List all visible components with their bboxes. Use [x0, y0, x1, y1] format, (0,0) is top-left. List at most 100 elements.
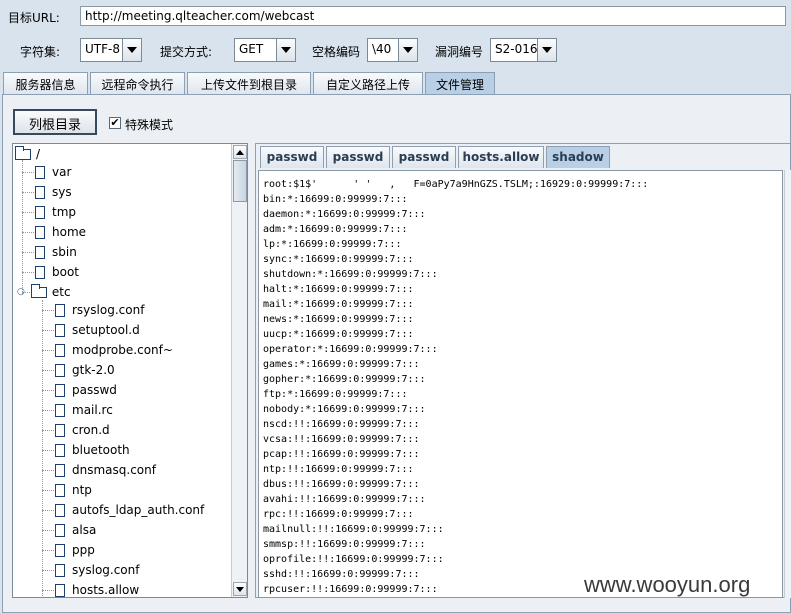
file-icon [35, 185, 45, 199]
target-url-label: 目标URL: [8, 11, 60, 25]
tree-node-etc-item[interactable]: hosts.allow [55, 580, 140, 597]
tree-node-etc-item[interactable]: bluetooth [55, 440, 130, 460]
file-content-area[interactable]: root:$1$' ' ' , F=0aPy7a9HnGZS.TSLM;:169… [258, 170, 783, 598]
chevron-down-icon [542, 47, 552, 53]
file-tab-passwd-3[interactable]: passwd [392, 146, 456, 168]
tree-connector [42, 390, 54, 391]
file-icon [55, 403, 65, 417]
method-select[interactable]: GET [234, 38, 296, 62]
vuln-id-value: S2-016 [495, 42, 537, 56]
special-mode-checkbox[interactable]: ✔ [109, 117, 121, 129]
tree-node-label: mail.rc [72, 403, 113, 417]
file-tab-passwd-2[interactable]: passwd [326, 146, 390, 168]
space-encoding-select[interactable]: \40 [367, 38, 418, 62]
tree-node-etc-item[interactable]: setuptool.d [55, 320, 140, 340]
file-icon [35, 205, 45, 219]
tree-node-sys[interactable]: sys [35, 182, 72, 202]
tree-connector [42, 350, 54, 351]
tree-node-label: autofs_ldap_auth.conf [72, 503, 205, 517]
expand-handle-icon[interactable]: ○ [17, 287, 25, 297]
tree-node-etc-item[interactable]: rsyslog.conf [55, 300, 144, 320]
tree-node-var[interactable]: var [35, 162, 71, 182]
scroll-up-button[interactable] [233, 145, 247, 159]
tree-connector [22, 232, 34, 233]
tree-connector [42, 590, 54, 591]
file-line: smmsp:!!:16699:0:99999:7::: [263, 539, 426, 550]
space-encoding-value: \40 [372, 42, 392, 56]
tree-connector [42, 490, 54, 491]
tree-node-label: hosts.allow [72, 583, 140, 597]
vuln-id-dropdown-button[interactable] [537, 39, 556, 61]
tab-remote-command[interactable]: 远程命令执行 [90, 72, 185, 94]
file-tab-hosts-allow[interactable]: hosts.allow [458, 146, 544, 168]
vuln-id-label: 漏洞编号 [435, 45, 484, 59]
tree-connector [22, 160, 23, 294]
tree-node-boot[interactable]: boot [35, 262, 79, 282]
tree-node-etc-item[interactable]: syslog.conf [55, 560, 139, 580]
tree-connector [22, 212, 34, 213]
tree-node-etc-item[interactable]: mail.rc [55, 400, 113, 420]
tab-upload-root[interactable]: 上传文件到根目录 [187, 72, 311, 94]
file-icon [35, 165, 45, 179]
target-url-input[interactable] [80, 6, 786, 26]
scrollbar-thumb[interactable] [233, 160, 247, 202]
chevron-down-icon [236, 586, 244, 592]
file-icon [55, 463, 65, 477]
tree-node-etc-item[interactable]: modprobe.conf~ [55, 340, 173, 360]
file-icon [55, 343, 65, 357]
tree-node-root[interactable]: / [15, 144, 40, 164]
tree-scrollbar[interactable] [231, 144, 247, 597]
space-encoding-dropdown-button[interactable] [398, 39, 417, 61]
vuln-id-select[interactable]: S2-016 [490, 38, 557, 62]
tree-node-etc-item[interactable]: alsa [55, 520, 96, 540]
file-icon [55, 543, 65, 557]
tree-connector [22, 192, 34, 193]
tree-node-label: modprobe.conf~ [72, 343, 173, 357]
tree-node-etc[interactable]: ○ etc [17, 282, 71, 302]
scroll-down-button[interactable] [233, 582, 247, 596]
tree-node-label: gtk-2.0 [72, 363, 115, 377]
tree-node-etc-item[interactable]: ntp [55, 480, 92, 500]
tree-node-etc-item[interactable]: dnsmasq.conf [55, 460, 156, 480]
tree-connector [42, 530, 54, 531]
tree-node-label: syslog.conf [72, 563, 140, 577]
tab-file-manager[interactable]: 文件管理 [425, 72, 495, 94]
tab-custom-upload[interactable]: 自定义路径上传 [313, 72, 423, 94]
tree-node-etc-item[interactable]: autofs_ldap_auth.conf [55, 500, 204, 520]
tree-node-label: boot [52, 265, 80, 279]
tree-connector [42, 510, 54, 511]
tree-node-etc-item[interactable]: passwd [55, 380, 117, 400]
method-value: GET [239, 42, 264, 56]
file-tab-shadow[interactable]: shadow [546, 146, 610, 168]
method-dropdown-button[interactable] [276, 39, 295, 61]
tree-node-label: home [52, 225, 87, 239]
tree-node-home[interactable]: home [35, 222, 86, 242]
tree-connector [22, 172, 34, 173]
file-content-scrollbar[interactable] [784, 170, 791, 598]
chevron-down-icon [127, 47, 137, 53]
tree-node-tmp[interactable]: tmp [35, 202, 76, 222]
folder-icon [15, 145, 31, 160]
tree-node-etc-item[interactable]: gtk-2.0 [55, 360, 115, 380]
file-icon [55, 503, 65, 517]
file-line: rpc:!!:16699:0:99999:7::: [263, 509, 414, 520]
file-icon [55, 583, 65, 597]
chevron-up-icon [236, 149, 244, 155]
charset-select[interactable]: UTF-8 [80, 38, 142, 62]
tab-server-info[interactable]: 服务器信息 [3, 72, 88, 94]
tree-connector [22, 252, 34, 253]
tree-node-sbin[interactable]: sbin [35, 242, 77, 262]
tree-node-etc-item[interactable]: cron.d [55, 420, 110, 440]
tree-node-label: ntp [72, 483, 92, 497]
tree-node-label: passwd [72, 383, 117, 397]
file-tree[interactable]: / var sys tmp home sbin boot ○ etc rsysl… [12, 143, 248, 598]
list-root-button[interactable]: 列根目录 [13, 109, 97, 135]
file-tab-passwd-1[interactable]: passwd [260, 146, 324, 168]
tree-node-label: setuptool.d [72, 323, 140, 337]
file-line: vcsa:!!:16699:0:99999:7::: [263, 434, 420, 445]
tree-node-label: tmp [52, 205, 77, 219]
tree-connector [42, 450, 54, 451]
tree-node-etc-item[interactable]: ppp [55, 540, 95, 560]
charset-dropdown-button[interactable] [122, 39, 141, 61]
tree-node-label: sbin [52, 245, 77, 259]
